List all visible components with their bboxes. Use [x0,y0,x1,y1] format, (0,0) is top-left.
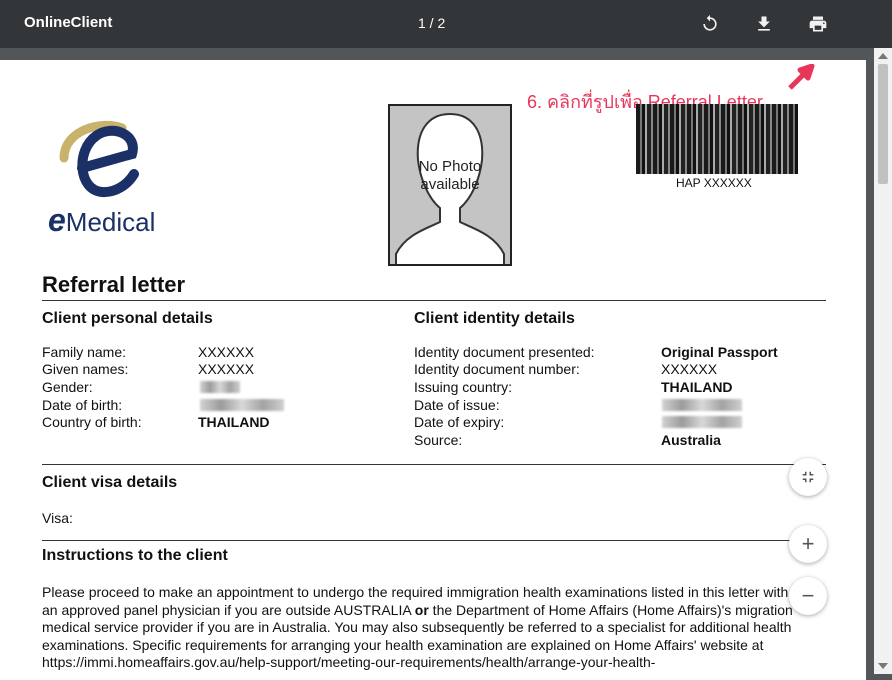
label-identity-document: Identity document presented: [414,344,595,360]
pdf-toolbar: OnlineClient 1 / 2 [0,0,892,48]
label-issuing-country: Issuing country: [414,379,513,395]
value-family-name: XXXXXX [198,344,255,360]
label-date-of-expiry: Date of expiry: [414,414,505,430]
download-icon [758,16,770,31]
visa-details-heading: Client visa details [42,474,178,491]
label-family-name: Family name: [42,344,127,360]
rotate-button[interactable] [696,10,724,38]
client-photo-placeholder: No Photo available [388,104,512,266]
label-country-of-birth: Country of birth: [42,414,142,430]
value-given-names: XXXXXX [198,361,255,377]
scroll-thumb[interactable] [878,64,888,184]
value-source: Australia [661,432,721,448]
no-photo-text: No Photo [418,158,482,175]
instructions-heading: Instructions to the client [42,547,228,564]
vertical-scrollbar[interactable] [874,48,892,674]
redacted-date-of-birth [200,399,284,411]
print-button[interactable] [804,10,832,38]
rotate-icon [703,14,717,31]
identity-details-heading: Client identity details [414,310,575,327]
app-title: OnlineClient [24,14,113,31]
label-document-number: Identity document number: [414,361,580,377]
available-text: available [420,176,480,193]
annotation-arrow-icon [788,64,815,90]
label-date-of-issue: Date of issue: [414,397,500,413]
value-document-number: XXXXXX [661,361,718,377]
zoom-out-button[interactable]: − [789,577,827,615]
page-indicator: 1 / 2 [418,15,446,31]
instructions-text: Please proceed to make an appointment to… [42,584,793,670]
scroll-down-icon[interactable] [878,663,888,669]
logo-text: eMedical [48,202,156,238]
zoom-in-button[interactable]: + [789,525,827,563]
section-divider [42,540,826,541]
document-viewer[interactable]: 6. คลิกที่รูปเพื่อ Referral Letter eMedi… [0,48,892,680]
value-issuing-country: THAILAND [661,379,733,395]
letter-title: Referral letter [42,272,186,297]
pdf-page: 6. คลิกที่รูปเพื่อ Referral Letter eMedi… [0,60,866,680]
download-button[interactable] [750,10,778,38]
label-date-of-birth: Date of birth: [42,397,123,413]
fit-page-icon [802,471,814,483]
label-source: Source: [414,432,463,448]
redacted-date-of-issue [662,399,742,411]
hap-id: HAP XXXXXX [676,176,752,190]
redacted-date-of-expiry [662,416,742,428]
personal-details-heading: Client personal details [42,310,213,327]
print-icon [809,16,827,32]
section-divider [42,464,826,465]
label-given-names: Given names: [42,361,129,377]
label-gender: Gender: [42,379,93,395]
value-country-of-birth: THAILAND [198,414,270,430]
redacted-gender [200,381,240,393]
title-divider [42,300,826,301]
fit-to-page-button[interactable] [789,458,827,496]
value-identity-document: Original Passport [661,344,778,360]
barcode-image [636,104,798,174]
scroll-up-icon[interactable] [878,53,888,59]
label-visa: Visa: [42,510,73,526]
